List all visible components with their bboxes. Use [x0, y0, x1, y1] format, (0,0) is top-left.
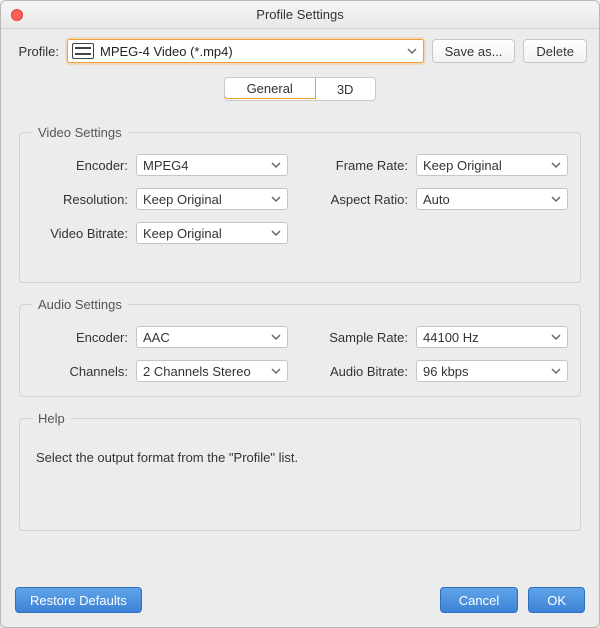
- chevron-down-icon: [271, 160, 281, 170]
- aspect-ratio-value: Auto: [423, 192, 551, 207]
- footer: Restore Defaults Cancel OK: [1, 577, 599, 627]
- sample-rate-label: Sample Rate:: [312, 330, 408, 345]
- tab-segment: General 3D: [224, 77, 377, 101]
- video-settings-group: Video Settings Encoder: MPEG4 Frame Rate…: [19, 125, 581, 283]
- sample-rate-value: 44100 Hz: [423, 330, 551, 345]
- aspect-ratio-label: Aspect Ratio:: [312, 192, 408, 207]
- video-bitrate-label: Video Bitrate:: [32, 226, 128, 241]
- profile-label: Profile:: [13, 44, 59, 59]
- video-bitrate-select[interactable]: Keep Original: [136, 222, 288, 244]
- video-settings-legend: Video Settings: [32, 125, 128, 140]
- video-encoder-select[interactable]: MPEG4: [136, 154, 288, 176]
- video-encoder-value: MPEG4: [143, 158, 271, 173]
- audio-settings-group: Audio Settings Encoder: AAC Sample Rate:…: [19, 297, 581, 397]
- chevron-down-icon: [551, 332, 561, 342]
- titlebar: Profile Settings: [1, 1, 599, 29]
- ok-button[interactable]: OK: [528, 587, 585, 613]
- resolution-value: Keep Original: [143, 192, 271, 207]
- chevron-down-icon: [271, 366, 281, 376]
- chevron-down-icon: [271, 332, 281, 342]
- close-icon[interactable]: [11, 9, 23, 21]
- help-legend: Help: [32, 411, 71, 426]
- frame-rate-label: Frame Rate:: [312, 158, 408, 173]
- chevron-down-icon: [551, 366, 561, 376]
- chevron-down-icon: [271, 228, 281, 238]
- channels-value: 2 Channels Stereo: [143, 364, 271, 379]
- channels-label: Channels:: [32, 364, 128, 379]
- cancel-button[interactable]: Cancel: [440, 587, 518, 613]
- sample-rate-select[interactable]: 44100 Hz: [416, 326, 568, 348]
- save-as-button[interactable]: Save as...: [432, 39, 516, 63]
- audio-settings-legend: Audio Settings: [32, 297, 128, 312]
- profile-settings-window: Profile Settings Profile: MPEG-4 Video (…: [0, 0, 600, 628]
- help-text: Select the output format from the "Profi…: [32, 440, 568, 465]
- resolution-select[interactable]: Keep Original: [136, 188, 288, 210]
- audio-bitrate-select[interactable]: 96 kbps: [416, 360, 568, 382]
- audio-bitrate-label: Audio Bitrate:: [312, 364, 408, 379]
- aspect-ratio-select[interactable]: Auto: [416, 188, 568, 210]
- resolution-label: Resolution:: [32, 192, 128, 207]
- chevron-down-icon: [407, 46, 417, 56]
- window-title: Profile Settings: [256, 7, 343, 22]
- chevron-down-icon: [551, 160, 561, 170]
- frame-rate-value: Keep Original: [423, 158, 551, 173]
- video-bitrate-value: Keep Original: [143, 226, 271, 241]
- body: Video Settings Encoder: MPEG4 Frame Rate…: [1, 105, 599, 577]
- mp4-file-icon: [72, 43, 94, 59]
- profile-select[interactable]: MPEG-4 Video (*.mp4): [67, 39, 424, 63]
- chevron-down-icon: [271, 194, 281, 204]
- audio-encoder-label: Encoder:: [32, 330, 128, 345]
- frame-rate-select[interactable]: Keep Original: [416, 154, 568, 176]
- video-encoder-label: Encoder:: [32, 158, 128, 173]
- restore-defaults-button[interactable]: Restore Defaults: [15, 587, 142, 613]
- channels-select[interactable]: 2 Channels Stereo: [136, 360, 288, 382]
- tab-3d[interactable]: 3D: [315, 78, 376, 100]
- audio-bitrate-value: 96 kbps: [423, 364, 551, 379]
- tab-general[interactable]: General: [224, 77, 316, 99]
- audio-encoder-select[interactable]: AAC: [136, 326, 288, 348]
- profile-row: Profile: MPEG-4 Video (*.mp4) Save as...…: [1, 29, 599, 71]
- delete-button[interactable]: Delete: [523, 39, 587, 63]
- profile-value: MPEG-4 Video (*.mp4): [100, 44, 407, 59]
- chevron-down-icon: [551, 194, 561, 204]
- help-group: Help Select the output format from the "…: [19, 411, 581, 531]
- tabs: General 3D: [1, 71, 599, 105]
- audio-encoder-value: AAC: [143, 330, 271, 345]
